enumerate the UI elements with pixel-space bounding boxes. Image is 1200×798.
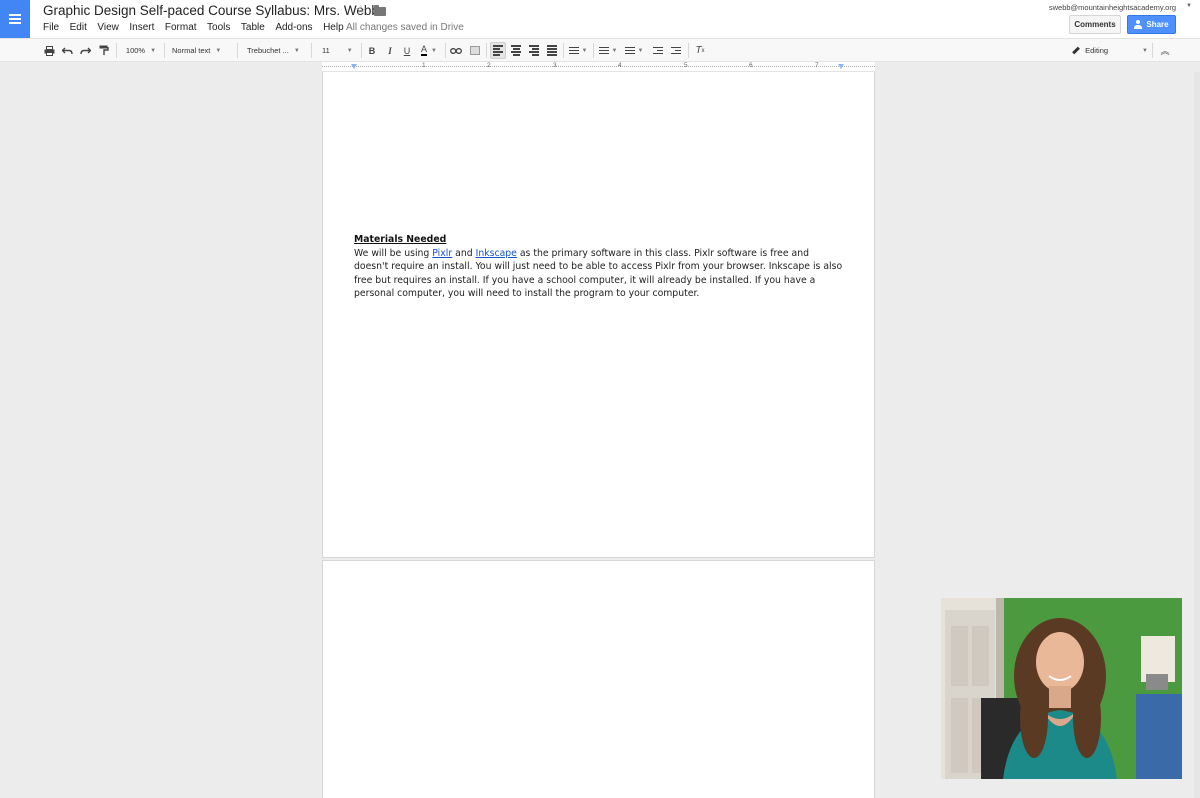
ruler[interactable]: 1 2 3 4 5 6 7: [322, 62, 875, 72]
document-page[interactable]: [322, 560, 875, 798]
bold-icon[interactable]: B: [365, 42, 379, 59]
clear-formatting-icon[interactable]: Tx: [693, 42, 707, 59]
increase-indent-icon[interactable]: [669, 42, 683, 59]
folder-icon[interactable]: [374, 5, 386, 16]
menu-insert[interactable]: Insert: [129, 22, 154, 33]
ruler-label: 2: [487, 62, 491, 69]
ruler-label: 5: [684, 62, 688, 69]
font-select[interactable]: Trebuchet ... ▼: [243, 42, 307, 59]
chevron-down-icon: ▼: [346, 47, 353, 54]
ruler-label: 1: [422, 62, 426, 69]
presenter-video-frame: [941, 598, 1182, 779]
formatting-toolbar: 100% ▼ Normal text ▼ Trebuchet ... ▼ 11 ▼ B …: [0, 38, 1200, 62]
collapse-icon[interactable]: ︽: [1158, 42, 1172, 59]
ruler-label: 6: [749, 62, 753, 69]
decrease-indent-icon[interactable]: [651, 42, 665, 59]
ruler-label: 7: [815, 62, 819, 69]
ruler-label: 4: [618, 62, 622, 69]
share-label: Share: [1146, 20, 1169, 29]
align-left-icon[interactable]: [490, 42, 506, 59]
comment-icon[interactable]: [468, 42, 482, 59]
zoom-value: 100%: [125, 46, 146, 55]
font-size-value: 11: [322, 46, 330, 55]
chevron-down-icon: ▼: [1142, 47, 1148, 54]
menu-bar: File Edit View Insert Format Tools Table…: [43, 22, 354, 33]
paragraph: We will be using Pixlr and Inkscape as t…: [354, 247, 844, 301]
redo-icon[interactable]: [79, 42, 92, 59]
paragraph-text: We will be using: [354, 247, 433, 259]
pencil-icon: [1072, 46, 1080, 55]
right-indent-marker[interactable]: [838, 64, 844, 69]
paragraph-style-select[interactable]: Normal text ▼: [168, 42, 232, 59]
menu-file[interactable]: File: [43, 22, 59, 33]
document-page[interactable]: [322, 72, 875, 558]
comments-button[interactable]: Comments: [1069, 15, 1121, 34]
paint-format-icon[interactable]: [97, 42, 110, 59]
paragraph-text: and: [452, 247, 476, 259]
menu-help[interactable]: Help: [323, 22, 344, 33]
chevron-down-icon: ▼: [150, 47, 157, 54]
webcam-video-overlay: [941, 598, 1182, 779]
menu-table[interactable]: Table: [241, 22, 265, 33]
undo-icon[interactable]: [61, 42, 74, 59]
print-icon[interactable]: [43, 42, 56, 59]
menu-tools[interactable]: Tools: [207, 22, 230, 33]
share-button[interactable]: Share: [1127, 15, 1176, 34]
section-heading: Materials Needed: [354, 234, 447, 245]
align-right-icon[interactable]: [526, 42, 542, 59]
app-header: Graphic Design Self-paced Course Syllabu…: [0, 0, 1200, 38]
left-indent-marker[interactable]: [351, 64, 357, 69]
document-title[interactable]: Graphic Design Self-paced Course Syllabu…: [43, 3, 379, 18]
account-email[interactable]: swebb@mountainheightsacademy.org: [1049, 3, 1176, 12]
chevron-down-icon[interactable]: ▼: [1186, 3, 1192, 9]
save-status[interactable]: All changes saved in Drive: [346, 22, 464, 33]
paragraph-style-value: Normal text: [172, 46, 211, 55]
menu-edit[interactable]: Edit: [70, 22, 87, 33]
inkscape-link[interactable]: Inkscape: [476, 248, 517, 259]
document-body[interactable]: Materials Needed We will be using Pixlr …: [354, 233, 844, 301]
italic-icon[interactable]: I: [383, 42, 397, 59]
zoom-select[interactable]: 100% ▼: [122, 42, 160, 59]
person-icon: [1134, 20, 1143, 29]
font-value: Trebuchet ...: [247, 46, 289, 55]
menu-view[interactable]: View: [97, 22, 119, 33]
scrollbar[interactable]: [1194, 72, 1200, 798]
line-spacing-icon[interactable]: ▼: [567, 42, 589, 59]
docs-menu-icon[interactable]: [0, 0, 30, 38]
editing-mode-value: Editing: [1085, 46, 1109, 55]
bulleted-list-icon[interactable]: ▼: [623, 42, 645, 59]
editing-mode-select[interactable]: Editing ▼: [1066, 42, 1148, 59]
link-icon[interactable]: [449, 42, 463, 59]
chevron-down-icon: ▼: [293, 47, 300, 54]
align-center-icon[interactable]: [508, 42, 524, 59]
align-justify-icon[interactable]: [544, 42, 560, 59]
menu-addons[interactable]: Add-ons: [275, 22, 312, 33]
star-icon[interactable]: ☆: [355, 2, 367, 18]
text-color-icon[interactable]: A ▼: [417, 42, 441, 59]
font-size-select[interactable]: 11 ▼: [317, 42, 357, 59]
numbered-list-icon[interactable]: ▼: [597, 42, 619, 59]
ruler-label: 3: [553, 62, 557, 69]
chevron-down-icon: ▼: [215, 47, 222, 54]
underline-icon[interactable]: U: [400, 42, 414, 59]
menu-format[interactable]: Format: [165, 22, 197, 33]
pixlr-link[interactable]: Pixlr: [432, 248, 452, 259]
